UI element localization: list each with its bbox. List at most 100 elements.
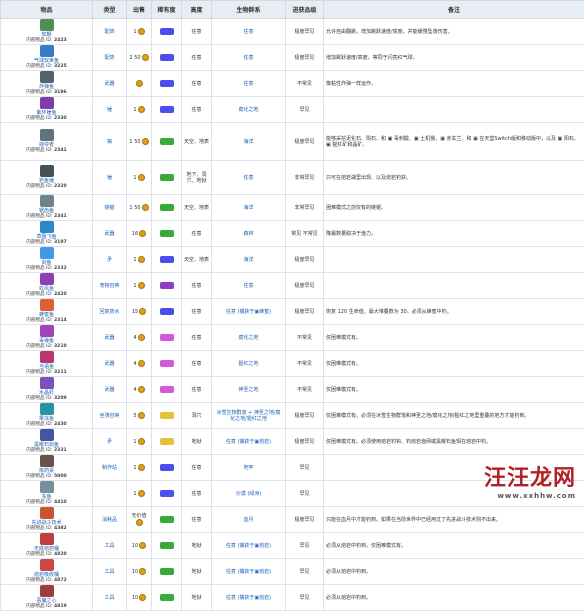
type-cell[interactable]: 镐 — [93, 123, 127, 161]
coin-icon — [142, 138, 149, 145]
item-id-value: 3211 — [54, 370, 67, 375]
price-value: 1 — [133, 107, 136, 113]
type-cell[interactable]: 链锯 — [93, 195, 127, 221]
type-cell[interactable]: 回复药水 — [93, 299, 127, 325]
table-row: 当语鱼内部物品 ID: 3211武器4任意猩红之地不常见仅困难模式有。 — [1, 351, 584, 377]
biome-cell[interactable]: 沙漠 (绿洲) — [212, 481, 286, 507]
type-cell[interactable]: 武器 — [93, 71, 127, 97]
item-id-label: 内部物品 ID: — [26, 318, 52, 323]
price-cell: 1 — [127, 19, 152, 45]
type-cell[interactable]: 工具 — [93, 559, 127, 585]
rarity-cell — [152, 221, 182, 247]
unlock-cell: 极度罕见 — [286, 299, 324, 325]
biome-cell[interactable]: 任意 (捕获于▣熔岩) — [212, 559, 286, 585]
biome-cell[interactable]: 任意 (捕获于▣熔岩) — [212, 533, 286, 559]
type-cell[interactable]: 武器 — [93, 351, 127, 377]
biome-cell[interactable]: 冰雪生物群落 + 神圣之地/腐化之地/猩红之地 — [212, 403, 286, 429]
type-cell[interactable]: 宠物召唤 — [93, 273, 127, 299]
item-cell: 草图飞鱼内部物品 ID: 3197 — [1, 221, 93, 247]
biome-cell[interactable]: 任意 — [212, 161, 286, 195]
unlock-cell: 非常罕见 — [286, 161, 324, 195]
type-cell[interactable]: 武器 — [93, 325, 127, 351]
type-cell[interactable]: 矛 — [93, 247, 127, 273]
biome-cell[interactable]: 任意 — [212, 273, 286, 299]
item-sprite-icon — [40, 97, 54, 109]
item-id: 内部物品 ID: 2332 — [3, 266, 90, 272]
biome-cell[interactable]: 海洋 — [212, 195, 286, 221]
type-cell[interactable]: 坐骑召唤 — [93, 403, 127, 429]
unlock-cell: 不常见 — [286, 377, 324, 403]
rarity-cell — [152, 585, 182, 611]
type-cell[interactable]: 锤 — [93, 97, 127, 123]
height-cell: 地狱 — [182, 585, 212, 611]
rarity-swatch — [160, 542, 174, 549]
biome-cell[interactable]: 血月 — [212, 507, 286, 533]
biome-cell[interactable]: 海洋 — [212, 123, 286, 161]
header-row: 物品 类型 出售 稀有度 高度 生物群系 进获品级 备注 — [1, 1, 584, 19]
table-row: 无底熔岩桶内部物品 ID: 4820工具10地狱任意 (捕获于▣熔岩)罕见必须从… — [1, 533, 584, 559]
price-cell: 4 — [127, 377, 152, 403]
rarity-cell — [152, 97, 182, 123]
type-cell[interactable]: 武器 — [93, 221, 127, 247]
rarity-swatch — [160, 490, 174, 497]
biome-cell[interactable]: 森林 — [212, 221, 286, 247]
price-value: 5 — [133, 413, 136, 419]
biome-cell[interactable]: 任意 — [212, 19, 286, 45]
biome-cell[interactable]: 任意 (捕获于▣熔岩) — [212, 429, 286, 455]
type-cell[interactable]: 工具 — [93, 585, 127, 611]
item-id: 内部物品 ID: 2430 — [3, 422, 90, 428]
price-cell: 10 — [127, 559, 152, 585]
coin-icon — [138, 386, 145, 393]
type-cell[interactable]: 配饰 — [93, 45, 127, 71]
item-id-label: 内部物品 ID: — [26, 396, 52, 401]
rarity-cell — [152, 325, 182, 351]
price-cell: 无价值 — [127, 507, 152, 533]
item-id-value: 4382 — [54, 526, 67, 531]
biome-cell[interactable]: 神圣之地 — [212, 377, 286, 403]
biome-cell[interactable]: 腐化之地 — [212, 97, 286, 123]
type-cell[interactable]: 锤 — [93, 161, 127, 195]
rarity-swatch — [160, 386, 174, 393]
note-cell: 仅困难模式有。必须在冰雪生物群落和神圣之地/腐化之地/猩红之地里重叠的地方才能钓… — [324, 403, 584, 429]
note-cell: 仅困难模式有。 — [324, 325, 584, 351]
biome-cell[interactable]: 任意 (捕获于▣熔岩) — [212, 585, 286, 611]
biome-cell[interactable]: 海洋 — [212, 247, 286, 273]
coin-icon — [142, 54, 149, 61]
type-cell[interactable]: 配饰 — [93, 19, 127, 45]
price-value: 1 — [133, 491, 136, 497]
coin-icon — [138, 282, 145, 289]
price-value: 15 — [132, 309, 138, 315]
rarity-swatch — [160, 412, 174, 419]
type-cell[interactable]: 制作站 — [93, 455, 127, 481]
table-row: 黑曜石剑鱼内部物品 ID: 2331矛1地狱任意 (捕获于▣熔岩)极度罕见仅困难… — [1, 429, 584, 455]
biome-cell[interactable]: 任意 — [212, 71, 286, 97]
biome-cell[interactable]: 腐化之地 — [212, 325, 286, 351]
type-cell[interactable]: 消耗品 — [93, 507, 127, 533]
item-id: 内部物品 ID: 2314 — [3, 318, 90, 324]
rarity-cell — [152, 19, 182, 45]
height-cell: 任意 — [182, 45, 212, 71]
item-id-value: 2430 — [54, 422, 67, 427]
biome-cell[interactable]: 任意 — [212, 45, 286, 71]
rarity-swatch — [160, 54, 174, 61]
item-cell: 毒弹鱼内部物品 ID: 3210 — [1, 325, 93, 351]
note-cell: 只可在熔岩湖里出现、以及熔岩钓获。 — [324, 161, 584, 195]
coin-icon — [139, 230, 146, 237]
item-id-label: 内部物品 ID: — [26, 370, 52, 375]
item-id-value: 2420 — [54, 292, 67, 297]
item-cell: 蜂蜜鱼内部物品 ID: 2314 — [1, 299, 93, 325]
biome-cell[interactable]: 任意 (捕获于▣蜂蜜) — [212, 299, 286, 325]
height-cell: 任意 — [182, 19, 212, 45]
item-sprite-icon — [40, 273, 54, 285]
unlock-cell: 罕见 — [286, 533, 324, 559]
biome-cell[interactable]: 地牢 — [212, 455, 286, 481]
unlock-cell: 罕见 — [286, 559, 324, 585]
item-id-label: 内部物品 ID: — [26, 552, 52, 557]
biome-cell[interactable]: 猩红之地 — [212, 351, 286, 377]
type-cell[interactable]: 矛 — [93, 429, 127, 455]
table-row: 剑鱼内部物品 ID: 2332矛1天空、地表海洋极度罕见 — [1, 247, 584, 273]
type-cell[interactable] — [93, 481, 127, 507]
rarity-cell — [152, 533, 182, 559]
type-cell[interactable]: 工具 — [93, 533, 127, 559]
type-cell[interactable]: 武器 — [93, 377, 127, 403]
